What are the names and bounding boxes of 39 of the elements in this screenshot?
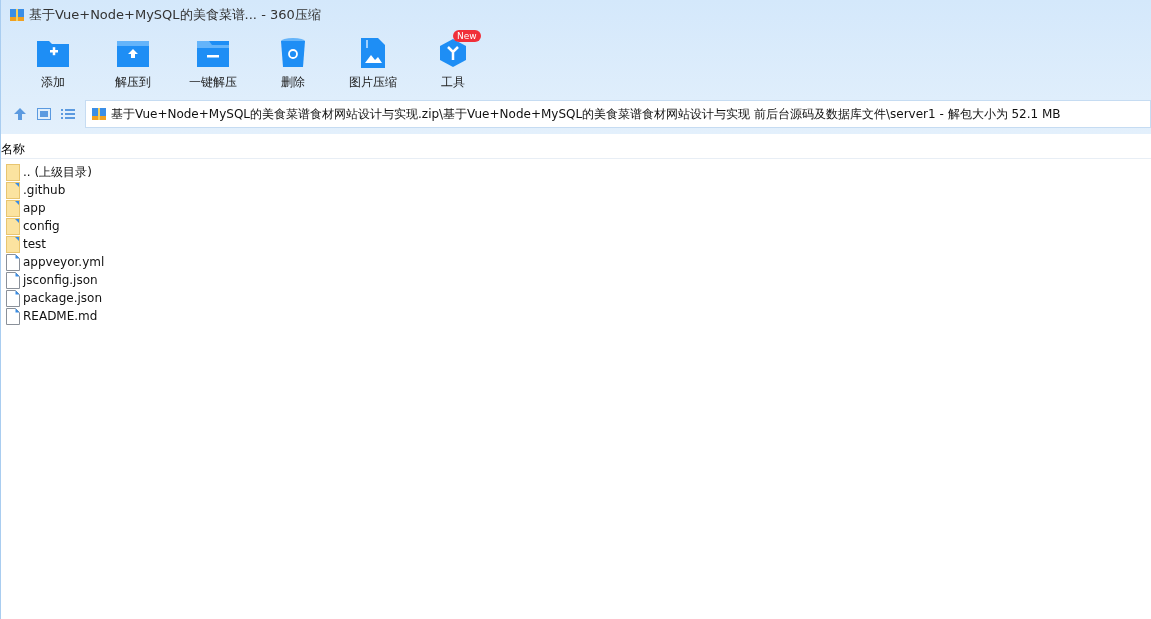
up-arrow-icon[interactable]: [13, 107, 27, 121]
folder-icon: [6, 181, 20, 199]
toolbar-button[interactable]: 图片压缩: [333, 30, 413, 100]
file-icon: [6, 271, 20, 289]
file-row[interactable]: .. (上级目录): [1, 163, 1151, 181]
recycle-bin-icon: [280, 37, 306, 69]
new-badge: New: [453, 30, 481, 42]
window-title: 基于Vue+Node+MySQL的美食菜谱... - 360压缩: [29, 6, 321, 24]
folder-minus-icon: [196, 38, 230, 68]
file-row[interactable]: test: [1, 235, 1151, 253]
folder-icon: [6, 235, 20, 253]
file-icon: [6, 253, 20, 271]
thumbnail-view-icon[interactable]: [37, 108, 51, 120]
address-bar[interactable]: 基于Vue+Node+MySQL的美食菜谱食材网站设计与实现.zip\基于Vue+Node+MySQL的美食菜谱食材网站设计与实现 前后台源码及数据库文件\server1 - 解包大小为 52.1 MB: [85, 100, 1151, 128]
folder-icon: [6, 217, 20, 235]
list-view-icon[interactable]: [61, 108, 75, 120]
file-row[interactable]: README.md: [1, 307, 1151, 325]
toolbar-button[interactable]: New 工具: [413, 30, 493, 100]
file-row[interactable]: .github: [1, 181, 1151, 199]
folder-icon: [6, 199, 20, 217]
toolbar-button[interactable]: 添加: [13, 30, 93, 100]
folder-icon: [6, 163, 20, 181]
file-row[interactable]: app: [1, 199, 1151, 217]
column-header[interactable]: 名称: [1, 140, 1151, 159]
file-icon: [6, 307, 20, 325]
toolbar-button[interactable]: 一键解压: [173, 30, 253, 100]
hexagon-y-icon: [437, 37, 469, 69]
app-logo-icon: [9, 7, 25, 23]
toolbar-button[interactable]: 解压到: [93, 30, 173, 100]
image-file-icon: [360, 37, 386, 69]
file-row[interactable]: package.json: [1, 289, 1151, 307]
file-icon: [6, 289, 20, 307]
folder-plus-icon: [36, 38, 70, 68]
toolbar-button[interactable]: 删除: [253, 30, 333, 100]
archive-icon: [91, 106, 107, 122]
folder-upload-icon: [116, 38, 150, 68]
file-row[interactable]: config: [1, 217, 1151, 235]
file-row[interactable]: jsconfig.json: [1, 271, 1151, 289]
file-row[interactable]: appveyor.yml: [1, 253, 1151, 271]
